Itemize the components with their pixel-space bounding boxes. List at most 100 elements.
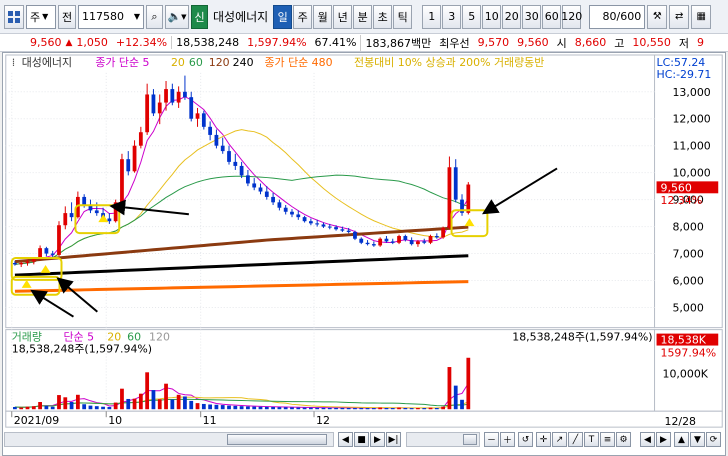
volume-bar — [441, 406, 446, 410]
legend-ma240: 240 — [233, 56, 254, 69]
tool-button-5[interactable]: ≡ — [600, 432, 615, 447]
tool-icon-1[interactable]: ⚒ — [647, 4, 668, 29]
market-select-value: 주 — [30, 10, 41, 24]
grid-icon[interactable]: ▦ — [691, 4, 712, 29]
period-tab-2[interactable]: 월 — [313, 4, 333, 29]
volume-bar — [195, 403, 200, 410]
nav-left-button[interactable]: ◀ — [640, 432, 655, 447]
volume-bar — [25, 406, 30, 410]
interval-button-3[interactable]: 10 — [482, 4, 502, 29]
best-bid-value: 9,560 — [517, 36, 549, 49]
tool-button-4[interactable]: T — [584, 432, 599, 447]
period-tab-4[interactable]: 분 — [353, 4, 373, 29]
interval-buttons: 1 3 5 10 20 30 60 120 — [422, 4, 582, 29]
candle-body — [283, 207, 288, 212]
volume-bar — [434, 407, 439, 410]
tool-button-6[interactable]: ⚙ — [616, 432, 631, 447]
interval-button-7[interactable]: 120 — [561, 4, 582, 29]
current-price-badge-text: 9,560 — [661, 181, 692, 194]
interval-button-4[interactable]: 20 — [502, 4, 522, 29]
interval-button-2[interactable]: 5 — [462, 4, 482, 29]
scroll-stop-button[interactable]: ■ — [354, 432, 369, 447]
volume-bar — [189, 400, 194, 410]
period-tab-1[interactable]: 주 — [293, 4, 313, 29]
candle-body — [308, 221, 313, 224]
interval-button-0[interactable]: 1 — [422, 4, 442, 29]
candle-body — [346, 230, 351, 232]
candle-body — [157, 102, 162, 114]
bar-count-input[interactable]: 80/600 — [589, 4, 646, 29]
candle-body — [340, 229, 345, 231]
candle-body — [453, 167, 458, 200]
candle-body — [170, 89, 175, 103]
stock-chart[interactable]: 13,00012,00011,00010,0009,0008,0007,0006… — [2, 52, 726, 456]
hc-label: HC:-29.71 — [657, 68, 712, 81]
period-tab-0[interactable]: 일 — [273, 4, 293, 29]
reset-button[interactable]: ↺ — [518, 432, 533, 447]
scroll-end-button[interactable]: ▶| — [386, 432, 401, 447]
credit-badge: 신 — [191, 4, 208, 29]
nav-reset-button[interactable]: ⟳ — [706, 432, 721, 447]
change-amount: 1,050 — [76, 36, 108, 49]
tool-button-3[interactable]: ╱ — [568, 432, 583, 447]
period-tab-3[interactable]: 년 — [333, 4, 353, 29]
candle-body — [384, 238, 389, 242]
strength-value: 67.41% — [314, 36, 357, 49]
interval-button-1[interactable]: 3 — [442, 4, 462, 29]
volume-bar — [164, 383, 168, 410]
zoom-slider-thumb[interactable] — [463, 434, 477, 445]
volume-bar — [371, 408, 376, 410]
period-tab-5[interactable]: 초 — [373, 4, 393, 29]
nav-right-button[interactable]: ▶ — [656, 432, 671, 447]
volume-percent: 1,597.94% — [247, 36, 307, 49]
candle-body — [31, 258, 36, 262]
candle-body — [195, 113, 200, 119]
tool-button-2[interactable]: ↗ — [552, 432, 567, 447]
search-button[interactable]: ⌕ — [146, 4, 163, 29]
legend-stock-name: 대성에너지 — [22, 56, 72, 69]
volume-bar — [384, 407, 389, 410]
legend-icon: ⁞ — [12, 56, 15, 69]
interval-button-6[interactable]: 60 — [542, 4, 562, 29]
candle-body — [359, 238, 364, 243]
stock-code-input[interactable]: 117580 ▼ — [78, 4, 144, 29]
candle-body — [25, 261, 30, 263]
volume-bar — [120, 388, 124, 410]
candle-body — [246, 175, 250, 184]
sound-button[interactable]: 🔈 ▼ — [165, 4, 189, 29]
code-type-button[interactable]: 전 — [58, 4, 76, 29]
scroll-right-button[interactable]: ▶ — [370, 432, 385, 447]
volume-bar — [101, 406, 105, 410]
candle-body — [120, 159, 124, 203]
zoom-out-button[interactable]: － — [484, 432, 499, 447]
high-label: 고 — [614, 36, 625, 50]
period-tab-6[interactable]: 틱 — [393, 4, 413, 29]
legend-ma120: 120 — [209, 56, 230, 69]
market-select[interactable]: 주 ▼ — [26, 4, 56, 29]
scrollbar-thumb[interactable] — [227, 434, 327, 445]
legend-condition: 전봉대비 10% 상승과 200% 거래량동반 — [354, 56, 544, 69]
horizontal-scrollbar[interactable] — [4, 432, 334, 447]
volume-bar — [283, 407, 288, 410]
tool-button-1[interactable]: ✛ — [536, 432, 551, 447]
nav-down-button[interactable]: ▼ — [690, 432, 705, 447]
volume-bar — [378, 407, 383, 410]
volume-bar — [290, 407, 294, 410]
layout-grid-icon[interactable] — [4, 4, 24, 29]
candle-body — [434, 236, 439, 238]
legend-ma60: 60 — [189, 56, 203, 69]
chart-icon: ↗ — [555, 434, 564, 445]
zoom-slider[interactable] — [406, 432, 480, 447]
interval-button-5[interactable]: 30 — [522, 4, 542, 29]
zoom-in-icon: ＋ — [502, 436, 512, 446]
zoom-in-button[interactable]: ＋ — [500, 432, 515, 447]
expand-icon[interactable]: ⇄ — [669, 4, 690, 29]
up-triangle-icon: ▲ — [65, 37, 73, 48]
high-value: 10,550 — [632, 36, 671, 49]
scroll-left-button[interactable]: ◀ — [338, 432, 353, 447]
nav-up-button[interactable]: ▲ — [674, 432, 689, 447]
price-panel — [5, 54, 656, 329]
volume-bar — [453, 385, 458, 410]
price-tick-label: 5,000 — [672, 301, 703, 314]
volume-bar — [353, 408, 357, 410]
